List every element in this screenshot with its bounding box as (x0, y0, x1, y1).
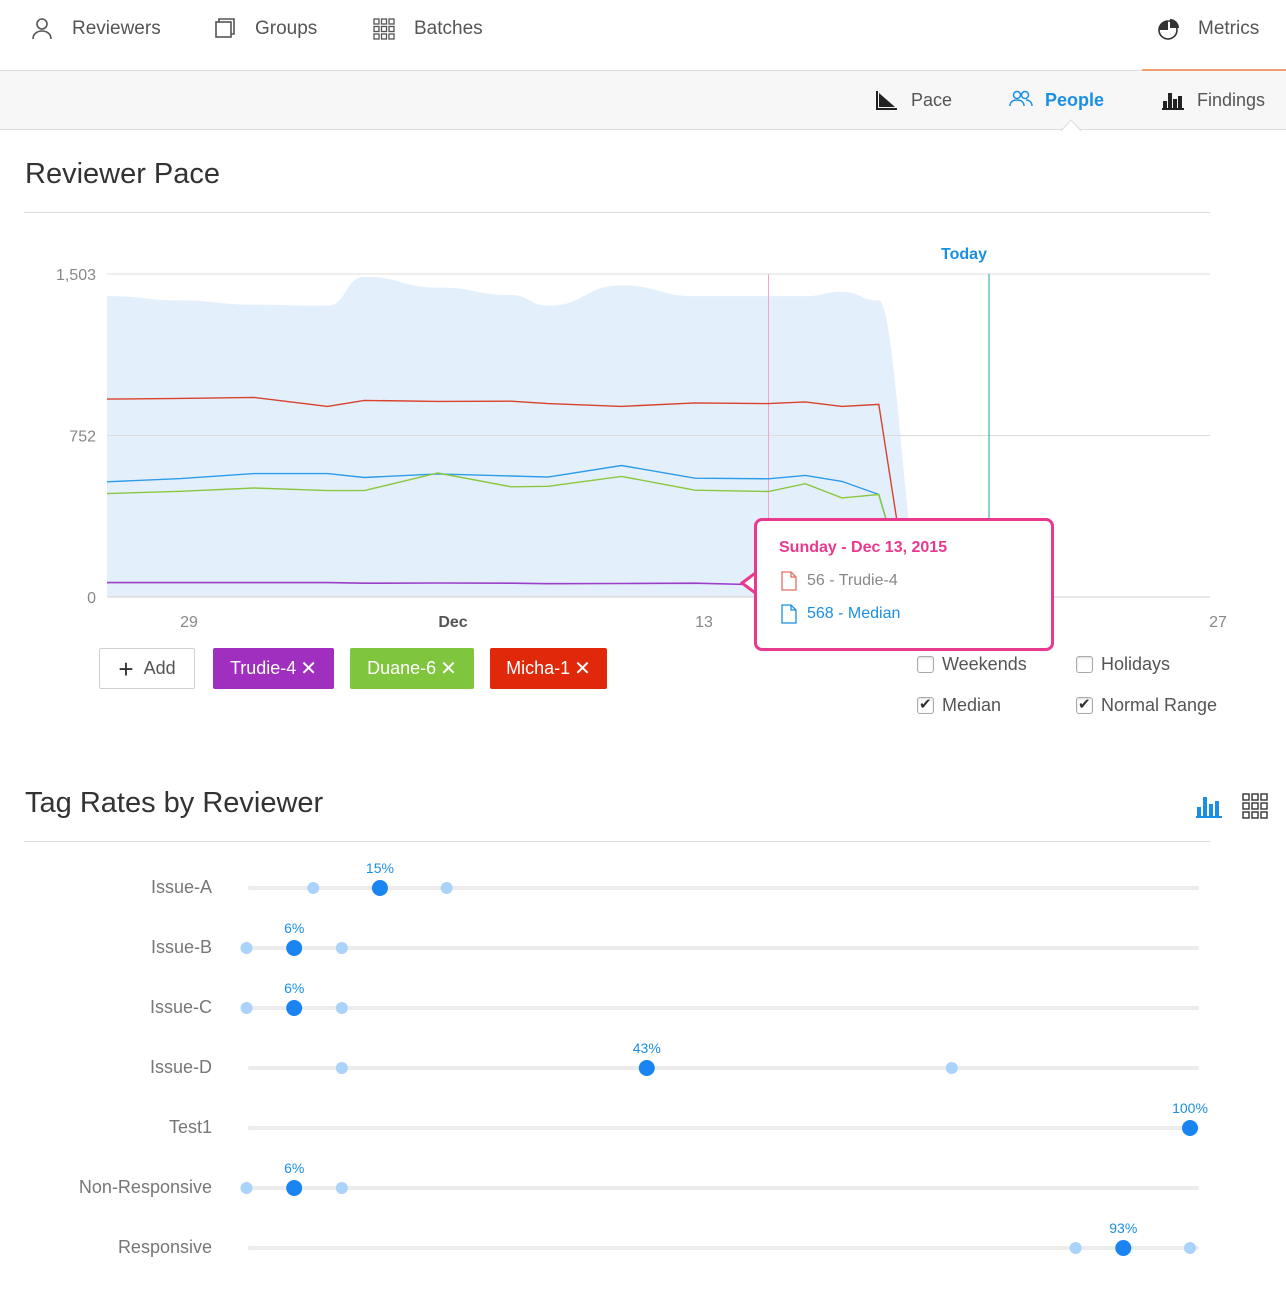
square-icon (215, 18, 235, 38)
x-tick-label: 27 (1209, 614, 1227, 631)
range-max-dot (335, 942, 348, 954)
range-max-dot (1184, 1242, 1196, 1254)
tag-rate-label: 6% (284, 1160, 304, 1176)
chip-label: Micha-1 (506, 658, 571, 678)
grid-icon[interactable] (1242, 793, 1268, 819)
tag-rate-label: 6% (284, 920, 304, 936)
document-icon (781, 571, 797, 591)
tag-rate-label: 100% (1172, 1100, 1208, 1116)
weekends-checkbox[interactable]: Weekends (917, 654, 1027, 675)
pace-icon (876, 91, 897, 110)
range-max-dot (440, 882, 453, 894)
document-icon (781, 604, 797, 624)
pie-icon (1158, 19, 1179, 40)
nav-metrics-label: Metrics (1198, 18, 1260, 39)
top-nav: Reviewers Groups Batches Metrics (0, 0, 1286, 71)
tag-rate-dot (1115, 1240, 1132, 1256)
tooltip-title: Sunday - Dec 13, 2015 (779, 539, 948, 556)
close-icon[interactable]: ✕ (300, 656, 317, 681)
y-tick-label: 752 (69, 429, 96, 446)
nav-groups-label: Groups (255, 18, 318, 39)
range-min-dot (240, 942, 253, 954)
chip-label: Duane-6 (367, 658, 437, 678)
nav-groups[interactable]: Groups (213, 14, 317, 44)
today-label: Today (941, 246, 987, 263)
range-min-dot (335, 1062, 348, 1074)
add-reviewer-label: Add (143, 658, 176, 678)
x-tick-label: 13 (695, 614, 713, 631)
reviewer-chip-micha[interactable]: Micha-1 ✕ (490, 648, 607, 689)
bar-chart-icon[interactable] (1196, 793, 1222, 819)
close-icon[interactable]: ✕ (574, 656, 591, 681)
grid-icon (373, 18, 395, 40)
page-title: Reviewer Pace (25, 158, 221, 190)
tag-rates-chart: 15% 6% 6% 43% 100% 6% 93% (240, 860, 1208, 1256)
tag-rate-label: 43% (633, 1040, 661, 1056)
tag-rate-label: 93% (1109, 1220, 1137, 1236)
median-checkbox[interactable]: Median (917, 695, 1001, 716)
holidays-checkbox[interactable]: Holidays (1076, 654, 1170, 675)
tooltip-row-median: 568 - Median (781, 604, 900, 624)
x-tick-label: 29 (180, 614, 198, 631)
person-icon (32, 18, 52, 40)
reviewer-chip-duane[interactable]: Duane-6 ✕ (350, 648, 474, 689)
tag-rate-dot (286, 1000, 303, 1016)
tag-rate-dot (286, 1180, 303, 1196)
range-max-dot (945, 1062, 958, 1074)
checkbox-box[interactable] (917, 695, 934, 714)
range-max-dot (335, 1002, 348, 1014)
range-min-dot (307, 882, 320, 894)
tab-findings[interactable]: Findings (1161, 89, 1265, 111)
normal-range-checkbox[interactable]: Normal Range (1076, 695, 1217, 716)
section-divider (24, 212, 1210, 213)
add-reviewer-button[interactable]: + Add (99, 648, 195, 689)
x-tick-label: Dec (438, 614, 467, 631)
tab-people[interactable]: People (1009, 89, 1104, 111)
tag-rate-dot (638, 1060, 655, 1076)
tab-people-label: People (1045, 89, 1105, 110)
tooltip-row-reviewer-text: 56 - Trudie-4 (807, 572, 898, 589)
section-divider (24, 841, 1210, 842)
nav-reviewers-label: Reviewers (72, 18, 161, 39)
tab-findings-label: Findings (1197, 89, 1266, 110)
sub-nav: Pace People Findings (0, 71, 1286, 130)
range-min-dot (240, 1002, 253, 1014)
chart-tooltip: Sunday - Dec 13, 2015 56 - Trudie-4 568 … (754, 518, 1054, 651)
tooltip-row-reviewer: 56 - Trudie-4 (781, 571, 898, 591)
tag-rate-label: 15% (366, 860, 394, 876)
range-min-dot (1069, 1242, 1082, 1254)
tab-pace-label: Pace (911, 89, 953, 110)
range-min-dot (240, 1182, 253, 1194)
y-tick-label: 1,503 (56, 267, 96, 284)
people-icon (1009, 90, 1033, 107)
range-max-dot (335, 1182, 348, 1194)
y-tick-label: 0 (87, 590, 96, 607)
tooltip-row-median-text: 568 - Median (807, 605, 901, 622)
tab-pace[interactable]: Pace (875, 89, 952, 111)
close-icon[interactable]: ✕ (440, 656, 457, 681)
checkbox-box[interactable] (1076, 695, 1093, 714)
normal-range-label: Normal Range (1101, 695, 1218, 715)
holidays-label: Holidays (1101, 654, 1171, 674)
nav-batches[interactable]: Batches (372, 14, 483, 44)
reviewer-chip-trudie[interactable]: Trudie-4 ✕ (213, 648, 334, 689)
tag-rates-title: Tag Rates by Reviewer (25, 787, 324, 819)
tag-rate-dot (286, 940, 303, 956)
nav-batches-label: Batches (414, 18, 483, 39)
tag-rate-dot (1182, 1120, 1198, 1136)
checkbox-box[interactable] (1076, 656, 1093, 673)
median-label: Median (942, 695, 1002, 715)
tag-rate-dot (371, 880, 388, 896)
bar-chart-icon (1162, 93, 1184, 110)
pace-chart: 1,503 752 0 29 Dec 13 27 Today (56, 246, 1227, 631)
weekends-label: Weekends (942, 654, 1027, 674)
chip-label: Trudie-4 (229, 658, 297, 678)
checkbox-box[interactable] (917, 656, 934, 673)
active-tab-caret (1061, 119, 1081, 131)
nav-reviewers[interactable]: Reviewers (30, 14, 161, 44)
plus-icon: + (118, 653, 134, 684)
tag-rate-label: 6% (284, 980, 304, 996)
nav-metrics[interactable]: Metrics (1156, 14, 1259, 44)
